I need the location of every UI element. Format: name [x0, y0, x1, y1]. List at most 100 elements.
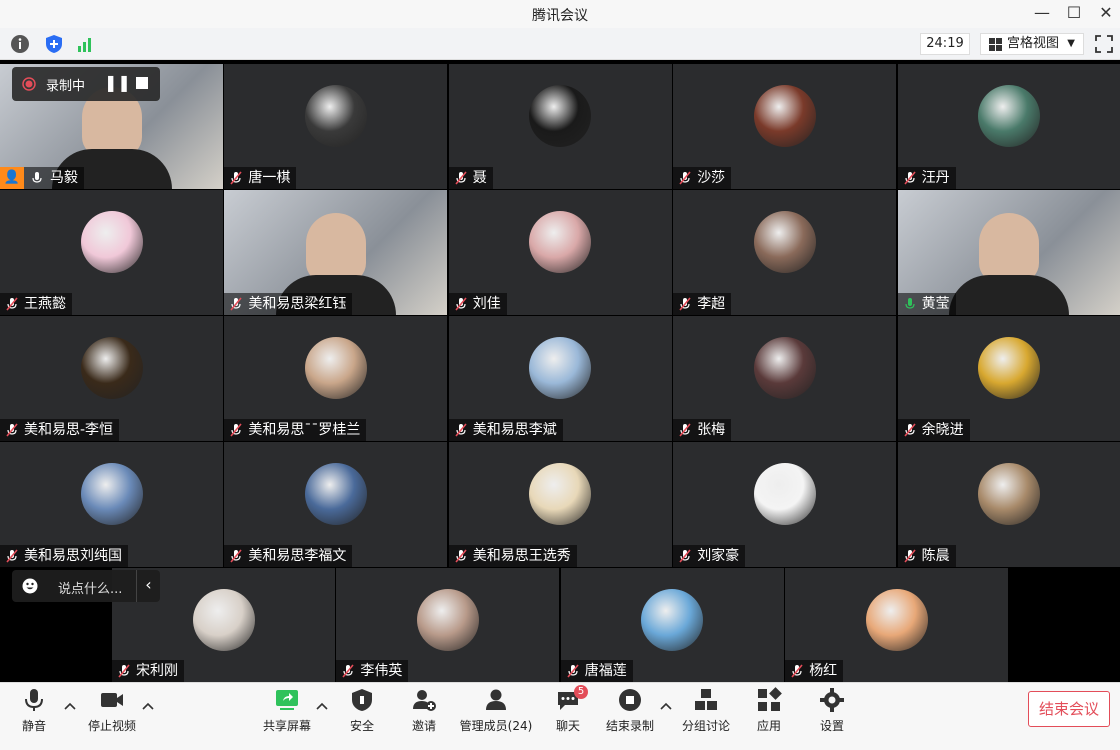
- stop-recording-icon[interactable]: [136, 77, 148, 89]
- host-icon: 👤: [0, 167, 24, 189]
- participant-tile[interactable]: 沙莎: [673, 64, 897, 189]
- chat-placeholder: 说点什么...: [58, 582, 123, 597]
- participant-tile[interactable]: 美和易思¯¯罗桂兰: [224, 316, 448, 441]
- participant-tile[interactable]: 汪丹: [897, 64, 1120, 189]
- pause-recording-icon[interactable]: ❚❚: [104, 73, 131, 92]
- participant-tile[interactable]: 黄莹: [897, 190, 1120, 315]
- participant-tile[interactable]: 陈晨: [897, 442, 1120, 567]
- participant-tile[interactable]: 美和易思王选秀: [448, 442, 672, 567]
- participant-tile[interactable]: 刘佳: [448, 190, 672, 315]
- security-button[interactable]: 安全: [330, 687, 394, 737]
- stop-video-button[interactable]: 停止视频: [80, 687, 144, 737]
- chat-button[interactable]: 5 聊天: [536, 685, 600, 737]
- fullscreen-icon[interactable]: [1094, 34, 1114, 54]
- mic-muted-icon: [6, 297, 18, 311]
- participant-nametag: 杨红: [785, 660, 844, 682]
- end-recording-button[interactable]: 结束录制: [598, 687, 662, 737]
- chevron-up-icon[interactable]: [315, 699, 329, 713]
- apps-button[interactable]: 应用: [737, 687, 801, 737]
- window-titlebar: 腾讯会议 — ☐ ✕: [0, 0, 1120, 28]
- participant-tile[interactable]: 唐一棋: [224, 64, 448, 189]
- participant-tile[interactable]: 聂: [448, 64, 672, 189]
- meeting-timer: 24:19: [920, 33, 970, 55]
- participant-avatar: [80, 336, 143, 399]
- breakout-rooms-button[interactable]: 分组讨论: [674, 687, 738, 737]
- participant-nametag: 美和易思-李恒: [0, 419, 120, 441]
- mic-muted-icon: [903, 423, 916, 437]
- shield-icon: [352, 689, 372, 711]
- mic-muted-icon: [230, 297, 243, 311]
- security-label: 安全: [349, 719, 374, 733]
- end-recording-label: 结束录制: [605, 719, 654, 733]
- participant-avatar: [416, 589, 479, 651]
- participant-name: 刘佳: [472, 296, 501, 312]
- participant-avatar: [80, 210, 143, 273]
- participant-name: 美和易思李斌: [472, 422, 557, 438]
- info-icon[interactable]: [10, 34, 30, 54]
- meeting-toolbar: 静音 停止视频 共享屏幕 安全 邀请 管理成员(24) 5 聊天 结束录制 分组…: [0, 682, 1120, 750]
- mic-muted-icon: [455, 297, 467, 311]
- participant-avatar: [304, 336, 367, 399]
- participant-nametag: 👤 马毅: [0, 167, 84, 189]
- recording-indicator: 录制中 ❚❚: [12, 67, 160, 101]
- add-user-icon: [413, 690, 436, 711]
- mic-muted-icon: [679, 171, 691, 185]
- end-meeting-button[interactable]: 结束会议: [1028, 691, 1110, 727]
- participant-tile[interactable]: 美和易思梁红钰: [224, 190, 448, 315]
- members-icon: [486, 689, 506, 710]
- participant-nametag: 余晓进: [897, 419, 970, 441]
- mic-muted-icon: [118, 664, 130, 678]
- manage-members-button[interactable]: 管理成员(24): [456, 687, 536, 737]
- participant-name: 美和易思¯¯罗桂兰: [248, 422, 361, 438]
- close-button[interactable]: ✕: [1091, 2, 1120, 26]
- participant-name: 唐福莲: [584, 663, 627, 679]
- mic-muted-icon: [679, 297, 691, 311]
- share-screen-icon: [276, 690, 298, 710]
- mute-button[interactable]: 静音: [2, 687, 66, 737]
- participant-name: 杨红: [809, 663, 838, 679]
- emoji-icon[interactable]: [22, 578, 38, 594]
- chat-quick-input[interactable]: 说点什么... ‹: [12, 570, 160, 602]
- signal-strength-icon[interactable]: [76, 34, 96, 54]
- participant-tile[interactable]: 唐福莲: [560, 568, 784, 682]
- participant-tile[interactable]: 美和易思李福文: [224, 442, 448, 567]
- breakout-label: 分组讨论: [681, 719, 730, 733]
- mic-muted-icon: [679, 549, 691, 563]
- mic-muted-icon: [6, 423, 18, 437]
- participant-tile[interactable]: 王燕懿: [0, 190, 223, 315]
- participant-tile[interactable]: 余晓进: [897, 316, 1120, 441]
- participant-name: 李超: [697, 296, 726, 312]
- participant-avatar: [753, 462, 816, 525]
- collapse-chat-icon[interactable]: ‹: [136, 570, 160, 602]
- participant-avatar: [978, 462, 1041, 525]
- settings-button[interactable]: 设置: [800, 687, 864, 737]
- participant-tile[interactable]: 张梅: [673, 316, 897, 441]
- minimize-button[interactable]: —: [1027, 2, 1057, 26]
- invite-button[interactable]: 邀请: [392, 687, 456, 737]
- participant-tile[interactable]: 李伟英: [336, 568, 560, 682]
- participant-tile[interactable]: 刘家豪: [673, 442, 897, 567]
- participant-nametag: 张梅: [673, 419, 732, 441]
- chevron-up-icon[interactable]: [141, 699, 155, 713]
- participant-tile[interactable]: 美和易思-李恒: [0, 316, 223, 441]
- participant-tile[interactable]: 杨红: [785, 568, 1009, 682]
- participant-name: 美和易思李福文: [248, 548, 347, 564]
- security-shield-icon[interactable]: [44, 34, 64, 54]
- participant-tile[interactable]: 美和易思刘纯国: [0, 442, 223, 567]
- share-screen-button[interactable]: 共享屏幕: [255, 687, 319, 737]
- participant-nametag: 王燕懿: [0, 293, 72, 315]
- participant-avatar: [529, 210, 592, 273]
- participant-tile[interactable]: 美和易思李斌: [448, 316, 672, 441]
- participant-body: [949, 275, 1070, 315]
- chevron-up-icon[interactable]: [659, 699, 673, 713]
- participant-nametag: 沙莎: [673, 167, 732, 189]
- participant-silhouette: [305, 212, 366, 283]
- participant-tile[interactable]: 李超: [673, 190, 897, 315]
- maximize-button[interactable]: ☐: [1059, 2, 1089, 26]
- participant-name: 美和易思王选秀: [472, 548, 571, 564]
- participant-avatar: [753, 336, 816, 399]
- view-mode-select[interactable]: 宫格视图 ▼: [980, 33, 1084, 55]
- chevron-up-icon[interactable]: [63, 699, 77, 713]
- participant-silhouette: [979, 212, 1040, 283]
- participant-name: 美和易思梁红钰: [248, 296, 347, 312]
